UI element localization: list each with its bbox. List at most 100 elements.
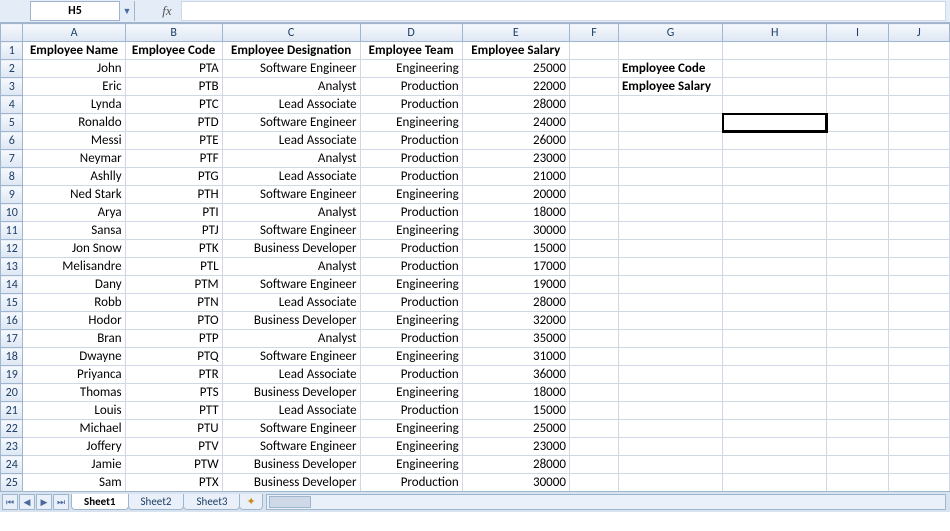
- cell-G25[interactable]: [618, 474, 722, 492]
- cell-F11[interactable]: [569, 222, 618, 240]
- cell-D7[interactable]: Production: [360, 150, 462, 168]
- cell-I20[interactable]: [827, 384, 888, 402]
- formula-bar-input[interactable]: [181, 1, 946, 21]
- horizontal-scrollbar[interactable]: [266, 494, 946, 510]
- cell-J15[interactable]: [888, 294, 949, 312]
- cell-C8[interactable]: Lead Associate: [222, 168, 360, 186]
- sheet-tab-sheet2[interactable]: Sheet2: [128, 494, 185, 510]
- cell-J2[interactable]: [888, 60, 949, 78]
- cell-F25[interactable]: [569, 474, 618, 492]
- cell-D25[interactable]: Production: [360, 474, 462, 492]
- column-header-I[interactable]: I: [827, 24, 888, 42]
- cell-C7[interactable]: Analyst: [222, 150, 360, 168]
- cell-E20[interactable]: 18000: [462, 384, 569, 402]
- cell-A25[interactable]: Sam: [23, 474, 125, 492]
- cell-H16[interactable]: [723, 312, 827, 330]
- cell-B25[interactable]: PTX: [125, 474, 222, 492]
- cell-G8[interactable]: [618, 168, 722, 186]
- cell-F14[interactable]: [569, 276, 618, 294]
- cell-H22[interactable]: [723, 420, 827, 438]
- cell-A2[interactable]: John: [23, 60, 125, 78]
- cell-F23[interactable]: [569, 438, 618, 456]
- spreadsheet-grid[interactable]: ABCDEFGHIJ 1Employee NameEmployee CodeEm…: [0, 23, 950, 512]
- cell-H20[interactable]: [723, 384, 827, 402]
- cell-G12[interactable]: [618, 240, 722, 258]
- cell-A12[interactable]: Jon Snow: [23, 240, 125, 258]
- cell-F9[interactable]: [569, 186, 618, 204]
- cell-H19[interactable]: [723, 366, 827, 384]
- cell-B6[interactable]: PTE: [125, 132, 222, 150]
- cell-H8[interactable]: [723, 168, 827, 186]
- cell-F2[interactable]: [569, 60, 618, 78]
- row-header-23[interactable]: 23: [1, 438, 23, 456]
- row-header-14[interactable]: 14: [1, 276, 23, 294]
- cell-A8[interactable]: Ashlly: [23, 168, 125, 186]
- cell-A18[interactable]: Dwayne: [23, 348, 125, 366]
- cell-D9[interactable]: Engineering: [360, 186, 462, 204]
- row-header-18[interactable]: 18: [1, 348, 23, 366]
- row-header-19[interactable]: 19: [1, 366, 23, 384]
- cell-B5[interactable]: PTD: [125, 114, 222, 132]
- scrollbar-thumb[interactable]: [269, 496, 311, 508]
- cell-I11[interactable]: [827, 222, 888, 240]
- cell-I12[interactable]: [827, 240, 888, 258]
- cell-C3[interactable]: Analyst: [222, 78, 360, 96]
- cell-H13[interactable]: [723, 258, 827, 276]
- cell-J14[interactable]: [888, 276, 949, 294]
- cell-B16[interactable]: PTO: [125, 312, 222, 330]
- cell-G4[interactable]: [618, 96, 722, 114]
- cell-H25[interactable]: [723, 474, 827, 492]
- row-header-11[interactable]: 11: [1, 222, 23, 240]
- cell-E17[interactable]: 35000: [462, 330, 569, 348]
- row-header-25[interactable]: 25: [1, 474, 23, 492]
- cell-I7[interactable]: [827, 150, 888, 168]
- cell-H10[interactable]: [723, 204, 827, 222]
- cell-C13[interactable]: Analyst: [222, 258, 360, 276]
- cell-F17[interactable]: [569, 330, 618, 348]
- cell-H14[interactable]: [723, 276, 827, 294]
- cell-E14[interactable]: 19000: [462, 276, 569, 294]
- cell-C4[interactable]: Lead Associate: [222, 96, 360, 114]
- cell-I13[interactable]: [827, 258, 888, 276]
- cell-I5[interactable]: [827, 114, 888, 132]
- cell-H18[interactable]: [723, 348, 827, 366]
- row-header-1[interactable]: 1: [1, 42, 23, 60]
- cell-D15[interactable]: Production: [360, 294, 462, 312]
- cell-F16[interactable]: [569, 312, 618, 330]
- cell-I21[interactable]: [827, 402, 888, 420]
- cell-G14[interactable]: [618, 276, 722, 294]
- cell-J12[interactable]: [888, 240, 949, 258]
- row-header-22[interactable]: 22: [1, 420, 23, 438]
- cell-C6[interactable]: Lead Associate: [222, 132, 360, 150]
- cell-C15[interactable]: Lead Associate: [222, 294, 360, 312]
- cell-H2[interactable]: [723, 60, 827, 78]
- cell-C9[interactable]: Software Engineer: [222, 186, 360, 204]
- column-header-G[interactable]: G: [618, 24, 722, 42]
- cell-H12[interactable]: [723, 240, 827, 258]
- cell-A4[interactable]: Lynda: [23, 96, 125, 114]
- cell-E21[interactable]: 15000: [462, 402, 569, 420]
- cell-F18[interactable]: [569, 348, 618, 366]
- cell-H3[interactable]: [723, 78, 827, 96]
- cell-C2[interactable]: Software Engineer: [222, 60, 360, 78]
- tab-nav-next-icon[interactable]: ▶: [36, 494, 52, 510]
- cell-J8[interactable]: [888, 168, 949, 186]
- row-header-6[interactable]: 6: [1, 132, 23, 150]
- cell-E4[interactable]: 28000: [462, 96, 569, 114]
- cell-G16[interactable]: [618, 312, 722, 330]
- cell-E24[interactable]: 28000: [462, 456, 569, 474]
- column-header-H[interactable]: H: [723, 24, 827, 42]
- cell-G13[interactable]: [618, 258, 722, 276]
- cell-J18[interactable]: [888, 348, 949, 366]
- cell-J11[interactable]: [888, 222, 949, 240]
- row-header-17[interactable]: 17: [1, 330, 23, 348]
- cell-D19[interactable]: Production: [360, 366, 462, 384]
- row-header-16[interactable]: 16: [1, 312, 23, 330]
- cell-D13[interactable]: Production: [360, 258, 462, 276]
- cell-G2[interactable]: Employee Code: [618, 60, 722, 78]
- cell-I1[interactable]: [827, 42, 888, 60]
- cell-G20[interactable]: [618, 384, 722, 402]
- cell-D10[interactable]: Production: [360, 204, 462, 222]
- tab-nav-first-icon[interactable]: ⏮: [2, 494, 18, 510]
- cell-J5[interactable]: [888, 114, 949, 132]
